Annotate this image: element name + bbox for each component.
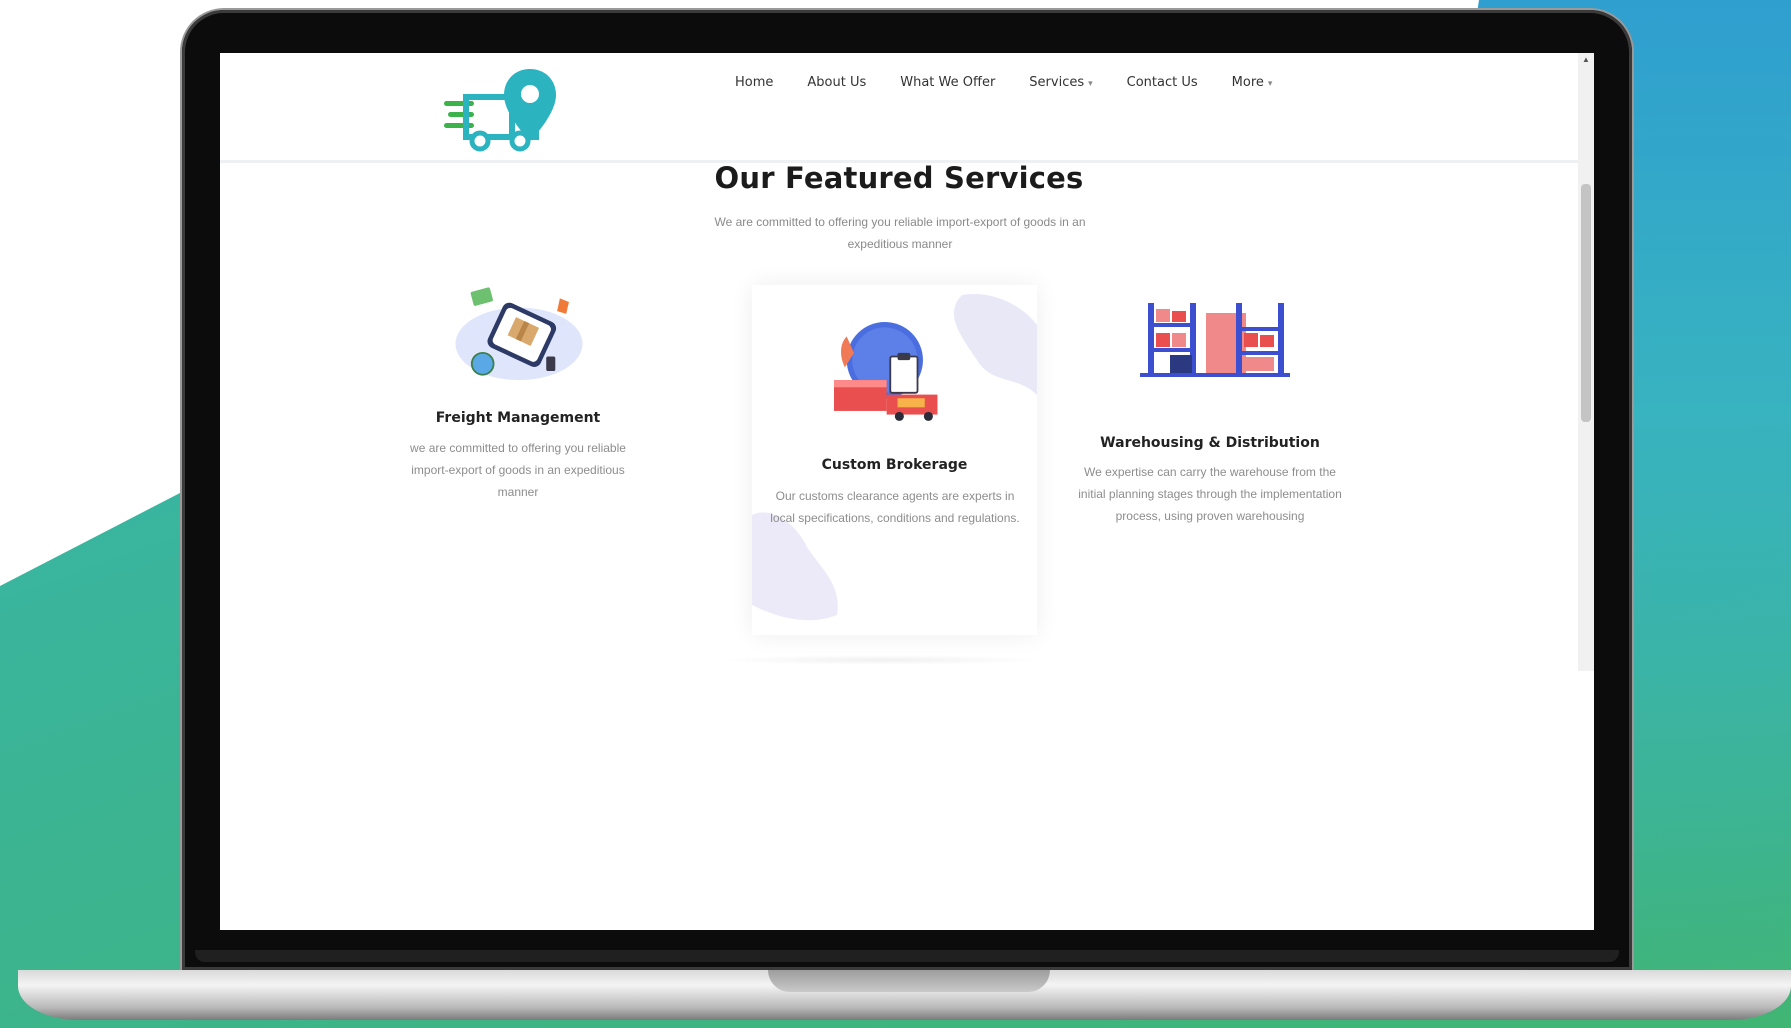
card-description: we are committed to offering you reliabl…: [410, 441, 626, 499]
scroll-up-arrow-icon[interactable]: ▲: [1582, 55, 1590, 64]
chevron-down-icon: ▾: [1088, 79, 1093, 89]
logo-truck-pin-icon[interactable]: [442, 65, 562, 157]
site-header: Home About Us What We Offer Services ▾ Co…: [220, 53, 1578, 163]
card-title: Custom Brokerage: [821, 457, 968, 473]
chevron-down-icon: ▾: [1267, 79, 1273, 89]
laptop-screen: Home About Us What We Offer Services ▾ Co…: [220, 53, 1594, 930]
customs-illustration-icon: [834, 321, 938, 421]
warehouse-illustration-icon: [1140, 303, 1290, 377]
card-description: Our customs clearance agents are experts…: [770, 489, 1020, 525]
main-nav: Home About Us What We Offer Services ▾ Co…: [718, 75, 1289, 90]
nav-what-we-offer[interactable]: What We Offer: [883, 75, 1012, 90]
scrollbar-thumb[interactable]: [1581, 184, 1591, 422]
nav-more-label: More: [1231, 75, 1264, 90]
laptop-hinge: [195, 950, 1619, 962]
service-card-freight[interactable]: Freight Management we are committed to o…: [398, 253, 638, 523]
laptop-notch: [768, 970, 1050, 992]
nav-home[interactable]: Home: [718, 75, 790, 90]
page-scrollbar[interactable]: ▲: [1578, 53, 1594, 671]
service-card-warehousing[interactable]: Warehousing & Distribution We expertise …: [1060, 293, 1360, 553]
nav-about[interactable]: About Us: [790, 75, 883, 90]
card-description: We expertise can carry the warehouse fro…: [1078, 465, 1342, 523]
card-shadow: [715, 655, 1045, 665]
card-title: Warehousing & Distribution: [1100, 435, 1320, 451]
service-card-customs[interactable]: Custom Brokerage Our customs clearance a…: [752, 285, 1037, 635]
section-title: Our Featured Services: [714, 161, 1084, 195]
card-title: Freight Management: [435, 410, 601, 426]
freight-illustration-icon: [455, 287, 583, 381]
nav-services[interactable]: Services ▾: [1012, 75, 1109, 90]
nav-services-label: Services: [1029, 75, 1085, 90]
nav-more[interactable]: More ▾: [1215, 75, 1290, 90]
nav-contact[interactable]: Contact Us: [1110, 75, 1215, 90]
section-subtitle: We are committed to offering you reliabl…: [714, 215, 1086, 251]
